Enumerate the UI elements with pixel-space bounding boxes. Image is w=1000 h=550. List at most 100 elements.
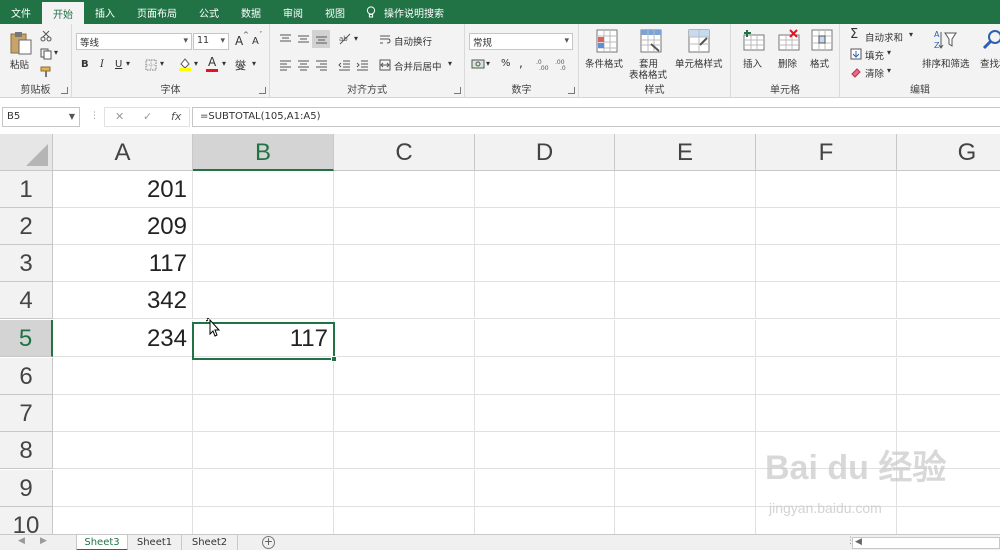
tab-review[interactable]: 审阅 bbox=[272, 0, 314, 24]
accounting-format-icon[interactable] bbox=[471, 58, 485, 71]
cell-d2[interactable] bbox=[475, 208, 615, 245]
phonetic-button[interactable]: 燮 bbox=[235, 57, 246, 73]
wrap-text-icon[interactable] bbox=[379, 34, 391, 45]
accounting-dropdown-icon[interactable]: ▾ bbox=[486, 59, 490, 68]
format-painter-icon[interactable] bbox=[40, 66, 52, 78]
column-header-c[interactable]: C bbox=[334, 134, 475, 171]
add-sheet-button[interactable]: + bbox=[262, 536, 275, 549]
cell-d5[interactable] bbox=[475, 320, 615, 357]
cell-c4[interactable] bbox=[334, 282, 475, 319]
cell-c8[interactable] bbox=[334, 432, 475, 469]
fill-dropdown-icon[interactable]: ▾ bbox=[194, 59, 198, 68]
cell-g7[interactable] bbox=[897, 395, 1000, 432]
paste-button[interactable]: 粘贴 bbox=[6, 28, 36, 74]
cell-g2[interactable] bbox=[897, 208, 1000, 245]
scroll-tabs-right-icon[interactable]: ▶ bbox=[40, 536, 47, 546]
copy-icon[interactable] bbox=[40, 48, 52, 60]
cell-a2[interactable]: 209 bbox=[53, 208, 193, 245]
sheet-tab-sheet3[interactable]: Sheet3 bbox=[76, 535, 128, 550]
tab-data[interactable]: 数据 bbox=[230, 0, 272, 24]
cancel-icon[interactable]: ✕ bbox=[115, 110, 124, 123]
alignment-launcher-icon[interactable] bbox=[454, 87, 461, 94]
cell-c7[interactable] bbox=[334, 395, 475, 432]
increase-decimal-icon[interactable]: .0.00 bbox=[536, 58, 552, 71]
cell-b2[interactable] bbox=[193, 208, 334, 245]
row-header-4[interactable]: 4 bbox=[0, 282, 53, 319]
cell-a7[interactable] bbox=[53, 395, 193, 432]
cell-e10[interactable] bbox=[615, 507, 756, 534]
cell-b6[interactable] bbox=[193, 358, 334, 395]
italic-button[interactable]: I bbox=[100, 59, 104, 70]
cell-b3[interactable] bbox=[193, 245, 334, 282]
align-bottom-button[interactable] bbox=[312, 30, 330, 48]
format-as-table-button[interactable]: 套用 表格格式 bbox=[627, 27, 671, 81]
underline-button[interactable]: U bbox=[115, 59, 122, 70]
fill-label[interactable]: 填充 bbox=[865, 48, 884, 62]
format-cells-button[interactable]: 格式 bbox=[807, 27, 837, 75]
cell-e2[interactable] bbox=[615, 208, 756, 245]
row-header-7[interactable]: 7 bbox=[0, 395, 53, 432]
decrease-decimal-icon[interactable]: .00.0 bbox=[555, 58, 571, 71]
cell-styles-button[interactable]: 单元格样式 bbox=[673, 27, 729, 75]
font-launcher-icon[interactable] bbox=[259, 87, 266, 94]
cell-e9[interactable] bbox=[615, 470, 756, 507]
grow-font-button[interactable]: A bbox=[235, 34, 243, 48]
cell-d10[interactable] bbox=[475, 507, 615, 534]
formula-input[interactable]: =SUBTOTAL(105,A1:A5) bbox=[192, 107, 1000, 127]
cell-g6[interactable] bbox=[897, 358, 1000, 395]
cell-f10[interactable] bbox=[756, 507, 897, 534]
cell-b1[interactable] bbox=[193, 171, 334, 208]
clear-label[interactable]: 清除 bbox=[865, 66, 884, 80]
tab-insert[interactable]: 插入 bbox=[84, 0, 126, 24]
border-dropdown-icon[interactable]: ▾ bbox=[160, 59, 164, 68]
align-right-icon[interactable] bbox=[315, 60, 328, 71]
tab-formulas[interactable]: 公式 bbox=[188, 0, 230, 24]
find-select-button[interactable]: 查找和 bbox=[976, 27, 1000, 75]
delete-cells-button[interactable]: 删除 bbox=[773, 27, 805, 75]
cell-a5[interactable]: 234 bbox=[53, 320, 193, 357]
phonetic-dropdown-icon[interactable]: ▾ bbox=[252, 59, 256, 68]
conditional-format-button[interactable]: 条件格式 bbox=[583, 27, 633, 75]
cell-f1[interactable] bbox=[756, 171, 897, 208]
row-header-6[interactable]: 6 bbox=[0, 358, 53, 395]
wrap-text-label[interactable]: 自动换行 bbox=[394, 34, 432, 48]
comma-style-button[interactable]: , bbox=[519, 56, 523, 70]
align-left-icon[interactable] bbox=[279, 60, 292, 71]
cell-d1[interactable] bbox=[475, 171, 615, 208]
row-header-8[interactable]: 8 bbox=[0, 432, 53, 469]
cell-e6[interactable] bbox=[615, 358, 756, 395]
cell-a9[interactable] bbox=[53, 470, 193, 507]
autosum-label[interactable]: 自动求和 bbox=[865, 30, 903, 44]
clear-dropdown-icon[interactable]: ▾ bbox=[887, 66, 891, 75]
cell-b10[interactable] bbox=[193, 507, 334, 534]
copy-dropdown-icon[interactable]: ▾ bbox=[54, 48, 58, 57]
row-header-2[interactable]: 2 bbox=[0, 208, 53, 245]
align-center-icon[interactable] bbox=[297, 60, 310, 71]
tell-me-search[interactable]: 操作说明搜索 bbox=[356, 0, 444, 24]
merge-center-label[interactable]: 合并后居中 bbox=[394, 59, 442, 73]
column-header-a[interactable]: A bbox=[53, 134, 193, 171]
sigma-icon[interactable]: Σ bbox=[850, 27, 858, 42]
merge-center-icon[interactable] bbox=[379, 59, 391, 71]
percent-button[interactable]: % bbox=[501, 58, 511, 69]
sheet-tab-sheet2[interactable]: Sheet2 bbox=[182, 535, 238, 550]
cell-g5[interactable] bbox=[897, 320, 1000, 357]
cell-a10[interactable] bbox=[53, 507, 193, 534]
cell-c1[interactable] bbox=[334, 171, 475, 208]
column-header-g[interactable]: G bbox=[897, 134, 1000, 171]
scroll-left-icon[interactable]: ◀ bbox=[855, 537, 862, 547]
align-top-icon[interactable] bbox=[279, 34, 292, 45]
row-header-5[interactable]: 5 bbox=[0, 320, 53, 357]
cell-b9[interactable] bbox=[193, 470, 334, 507]
cell-a3[interactable]: 117 bbox=[53, 245, 193, 282]
cell-d6[interactable] bbox=[475, 358, 615, 395]
decrease-indent-icon[interactable] bbox=[338, 60, 351, 71]
orientation-dropdown-icon[interactable]: ▾ bbox=[354, 34, 358, 43]
cell-a8[interactable] bbox=[53, 432, 193, 469]
number-format-select[interactable]: 常规 ▾ bbox=[469, 33, 573, 50]
fill-dropdown-icon[interactable]: ▾ bbox=[887, 48, 891, 57]
cell-f2[interactable] bbox=[756, 208, 897, 245]
tab-view[interactable]: 视图 bbox=[314, 0, 356, 24]
cell-b4[interactable] bbox=[193, 282, 334, 319]
fill-down-icon[interactable] bbox=[850, 48, 862, 60]
